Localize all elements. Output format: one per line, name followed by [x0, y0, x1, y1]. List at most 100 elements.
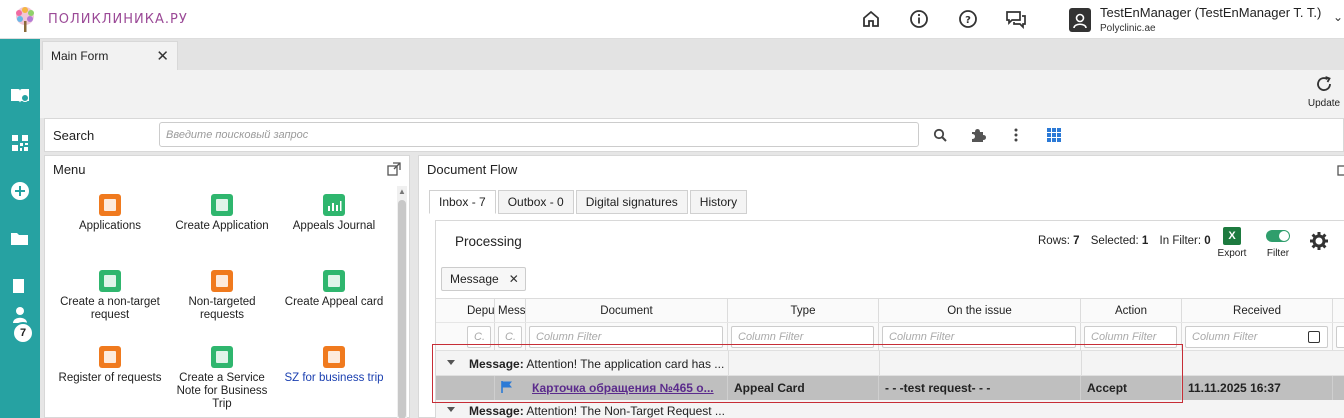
filter-action-input[interactable]	[1084, 326, 1177, 348]
filter-type-input[interactable]	[731, 326, 874, 348]
filter-issue-input[interactable]	[882, 326, 1076, 348]
group-text: Message: Attention! The application card…	[469, 357, 724, 371]
export-button[interactable]: X Export	[1212, 227, 1252, 259]
filter-cell	[1182, 323, 1333, 350]
cell-received: 11.11.2025 16:37	[1182, 376, 1333, 400]
table-row[interactable]: Карточка обращения №465 о... Appeal Card…	[436, 376, 1344, 400]
svg-text:?: ?	[965, 15, 971, 26]
group-divider	[728, 351, 729, 375]
scroll-up-icon[interactable]: ▲	[398, 187, 406, 196]
tab-main-form[interactable]: Main Form ✕	[42, 41, 178, 70]
col-message[interactable]: Mess	[495, 299, 526, 322]
filter-cell	[879, 323, 1081, 350]
menu-item-create-service-note[interactable]: Create a Service Note for Business Trip	[167, 346, 277, 411]
rows-count: 7	[1073, 235, 1080, 247]
filter-document-input[interactable]	[529, 326, 723, 348]
user-name[interactable]: TestEnManager (TestEnManager T. T.)	[1100, 5, 1321, 20]
grid-filter-row	[436, 323, 1344, 351]
col-action[interactable]: Action	[1081, 299, 1182, 322]
menu-item-label: Register of requests	[58, 372, 162, 384]
notification-badge[interactable]: 7	[12, 322, 34, 344]
expand-icon[interactable]	[1337, 162, 1344, 176]
group-row[interactable]: Message: Attention! The Non-Target Reque…	[436, 400, 1344, 418]
add-circle-icon[interactable]	[9, 180, 31, 202]
cell-type: Appeal Card	[728, 376, 879, 400]
create-edit-icon	[211, 346, 233, 368]
filter-deputy-input[interactable]	[467, 326, 491, 348]
filter-extra-input[interactable]	[1336, 326, 1344, 348]
menu-item-applications[interactable]: Applications	[55, 194, 165, 233]
grid-view-icon[interactable]	[1045, 126, 1063, 144]
chevron-down-icon[interactable]: ⌄	[1333, 10, 1343, 24]
top-bar: ПОЛИКЛИНИКА.РУ ? TestEnManager (TestEnMa…	[0, 0, 1344, 39]
help-icon[interactable]: ?	[957, 8, 979, 30]
requests-icon	[211, 270, 233, 292]
filter-received-input[interactable]	[1185, 326, 1328, 348]
tab-inbox[interactable]: Inbox - 7	[429, 190, 496, 214]
menu-scrollbar[interactable]: ▲	[397, 186, 407, 418]
group-text: Message: Attention! The Non-Target Reque…	[469, 404, 725, 418]
filter-cell	[1081, 323, 1182, 350]
user-avatar[interactable]	[1069, 8, 1091, 32]
menu-item-label: Create a non-target request	[60, 296, 160, 321]
create-edit-icon	[211, 194, 233, 216]
gear-icon[interactable]	[1309, 231, 1329, 251]
qr-code-icon[interactable]	[9, 132, 31, 154]
collapse-arrow-icon[interactable]	[447, 407, 455, 412]
menu-item-label: Create Appeal card	[284, 296, 384, 308]
menu-item-create-appeal-card[interactable]: Create Appeal card	[279, 270, 389, 309]
col-on-the-issue[interactable]: On the issue	[879, 299, 1081, 322]
tab-history[interactable]: History	[689, 190, 748, 214]
menu-item-non-targeted-requests[interactable]: Non-targeted requests	[167, 270, 277, 322]
home-icon[interactable]	[860, 8, 882, 30]
menu-item-label: Create Application	[175, 220, 269, 232]
scroll-thumb[interactable]	[398, 200, 406, 418]
create-edit-icon	[99, 270, 121, 292]
group-label: Message:	[469, 404, 524, 418]
menu-item-appeals-journal[interactable]: Appeals Journal	[279, 194, 389, 233]
refresh-icon	[1317, 76, 1331, 91]
menu-title: Menu	[53, 162, 86, 177]
col-type[interactable]: Type	[728, 299, 879, 322]
menu-item-sz-for-business-trip[interactable]: SZ for business trip	[279, 346, 389, 385]
update-button[interactable]: Update	[1304, 75, 1344, 109]
col-received[interactable]: Received	[1182, 299, 1333, 322]
puzzle-icon[interactable]	[969, 126, 987, 144]
document-link[interactable]: Карточка обращения №465 о...	[532, 381, 714, 395]
group-message: Attention! The application card has ...	[526, 357, 725, 371]
menu-item-create-non-target-request[interactable]: Create a non-target request	[55, 270, 165, 322]
expand-icon[interactable]	[387, 162, 401, 176]
search-input[interactable]	[159, 122, 919, 147]
more-vertical-icon[interactable]	[1007, 126, 1025, 144]
close-icon[interactable]: ✕	[509, 272, 519, 286]
rows-label: Rows:	[1038, 235, 1070, 247]
flag-icon	[501, 381, 512, 393]
in-filter-count: 0	[1204, 235, 1211, 247]
info-icon[interactable]	[908, 8, 930, 30]
filter-cell	[464, 323, 495, 350]
collapse-arrow-icon[interactable]	[447, 360, 455, 365]
documents-icon[interactable]	[9, 275, 31, 297]
tab-strip: Main Form ✕	[40, 39, 1344, 70]
col-document[interactable]: Document	[526, 299, 728, 322]
group-divider	[1081, 351, 1082, 375]
menu-item-create-application[interactable]: Create Application	[167, 194, 277, 233]
filter-cell	[728, 323, 879, 350]
filter-message-input[interactable]	[498, 326, 522, 348]
group-row[interactable]: Message: Attention! The application card…	[436, 351, 1344, 376]
tab-outbox[interactable]: Outbox - 0	[497, 190, 574, 214]
col-deputy[interactable]: Depu	[464, 299, 495, 322]
tab-digital-signatures[interactable]: Digital signatures	[575, 190, 688, 214]
group-chip-message[interactable]: Message ✕	[441, 267, 526, 291]
toggle-switch[interactable]	[1266, 230, 1290, 242]
calendar-icon[interactable]	[1308, 331, 1320, 343]
search-icon[interactable]	[931, 126, 949, 144]
folder-icon[interactable]	[9, 228, 31, 250]
document-flow-tabs: Inbox - 7 Outbox - 0 Digital signatures …	[429, 190, 749, 214]
chat-icon[interactable]	[1005, 8, 1027, 30]
menu-item-register-of-requests[interactable]: Register of requests	[55, 346, 165, 385]
menu-item-label: Non-targeted requests	[188, 296, 256, 321]
filter-toggle[interactable]: Filter	[1258, 227, 1298, 259]
book-help-icon[interactable]	[9, 85, 31, 107]
close-icon[interactable]: ✕	[156, 47, 169, 65]
